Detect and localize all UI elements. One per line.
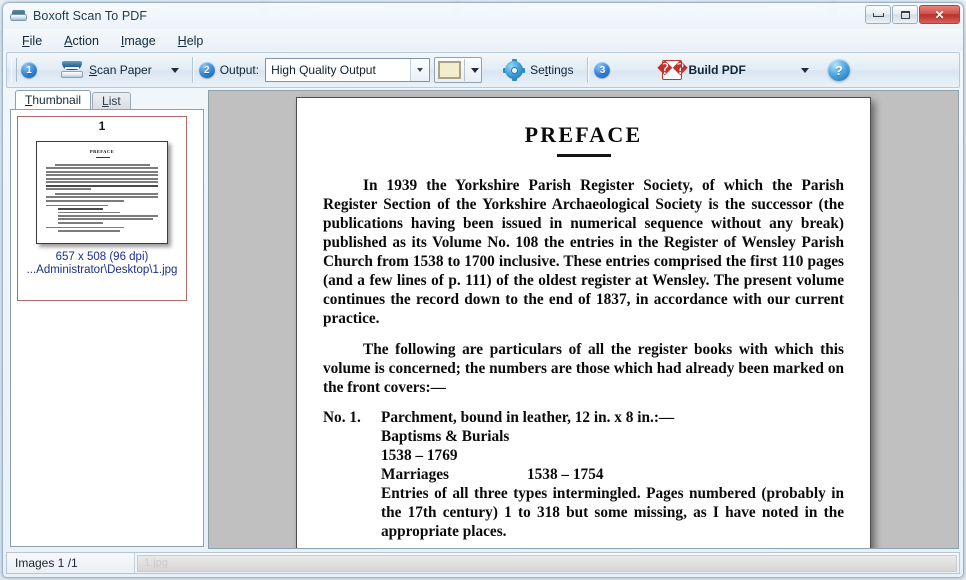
maximize-icon — [900, 10, 910, 19]
settings-button[interactable]: Settings — [496, 55, 581, 85]
build-pdf-label: Build PDF — [688, 63, 746, 77]
chevron-down-icon — [471, 67, 480, 73]
document-title: PREFACE — [524, 122, 643, 147]
chevron-down-icon — [170, 67, 179, 73]
item-subline: Marriages 1538 – 1754 — [381, 466, 844, 485]
page-color-dropdown-arrow[interactable] — [465, 67, 481, 73]
item-head: Parchment, bound in leather, 13 in. x 8 … — [381, 546, 761, 548]
step-1-badge: 1 — [21, 62, 37, 78]
page-color-swatch — [438, 61, 462, 79]
toolbar-separator — [191, 57, 193, 83]
item-head: Parchment, bound in leather, 12 in. x 8 … — [381, 409, 675, 427]
output-quality-value: High Quality Output — [271, 63, 376, 77]
page-color-button[interactable] — [434, 57, 483, 83]
document-paragraph: The following are particulars of all the… — [323, 340, 844, 396]
item-number: No. 2. — [323, 546, 381, 548]
menu-bar: File Action Image Help — [3, 29, 963, 51]
subline-a: Marriages — [381, 466, 449, 484]
scan-paper-label: Scan Paper — [89, 63, 152, 77]
thumbnail-dimensions: 657 x 508 (96 dpi) — [55, 251, 149, 263]
build-pdf-button[interactable]: �� Build PDF — [654, 55, 753, 85]
scanner-icon — [61, 61, 83, 79]
application-window: Boxoft Scan To PDF ✕ File Action Image H… — [2, 2, 964, 578]
chevron-down-icon — [800, 67, 809, 73]
close-button[interactable]: ✕ — [919, 5, 960, 24]
output-dropdown-arrow[interactable] — [410, 59, 430, 81]
subline-b: 1538 – 1754 — [527, 466, 604, 484]
progress-status: 1.jpg — [137, 554, 957, 572]
title-rule — [556, 154, 611, 157]
chevron-down-icon — [417, 68, 424, 72]
scanner-app-icon — [10, 9, 27, 24]
scan-paper-dropdown[interactable] — [160, 55, 186, 85]
tab-list[interactable]: List — [92, 92, 131, 109]
step-3-badge: 3 — [594, 62, 611, 78]
menu-action[interactable]: Action — [55, 32, 108, 50]
tab-thumbnail[interactable]: Thumbnail — [15, 90, 92, 109]
minimize-icon — [872, 12, 884, 17]
title-bar[interactable]: Boxoft Scan To PDF ✕ — [3, 3, 963, 29]
menu-image[interactable]: Image — [112, 32, 165, 50]
thumbnail-list[interactable]: 1 PREFACE 657 x 508 (96 dpi) ...Administ… — [10, 109, 204, 547]
item-text: Parchment, bound in leather, 13 in. x 8 … — [381, 546, 844, 548]
build-pdf-dropdown[interactable] — [788, 55, 818, 85]
gear-icon — [503, 59, 526, 81]
subline-a: Baptisms & Burials 1538 – 1769 — [381, 428, 510, 465]
output-label: Output: — [219, 63, 260, 77]
document-paragraph: In 1939 the Yorkshire Parish Register So… — [323, 177, 844, 327]
document-preview-pane[interactable]: PREFACE In 1939 the Yorkshire Parish Reg… — [208, 90, 959, 549]
window-controls: ✕ — [864, 5, 960, 24]
item-subline: Baptisms & Burials 1538 – 1769 — [381, 428, 844, 466]
minimize-button[interactable] — [865, 5, 891, 24]
item-body: Entries of all three types intermingled.… — [381, 485, 844, 541]
document-list-item: No. 1. Parchment, bound in leather, 12 i… — [323, 409, 844, 542]
panel-tabs: Thumbnail List — [6, 90, 206, 109]
toolbar: 1 Scan Paper 2 Output: High Quality Outp… — [6, 52, 960, 88]
thumbnail-image: PREFACE — [36, 141, 168, 244]
pdf-icon: �� — [657, 60, 688, 80]
close-icon: ✕ — [934, 7, 945, 22]
document-page: PREFACE In 1939 the Yorkshire Parish Reg… — [296, 97, 871, 548]
scan-paper-button[interactable]: Scan Paper — [53, 55, 160, 85]
item-number: No. 1. — [323, 409, 361, 427]
main-body: Thumbnail List 1 PREFACE 657 x 508 (96 d… — [6, 90, 960, 549]
menu-file[interactable]: File — [13, 32, 51, 50]
step-2-badge: 2 — [198, 62, 215, 78]
document-list-item: No. 2. Parchment, bound in leather, 13 i… — [323, 546, 844, 548]
window-title: Boxoft Scan To PDF — [33, 9, 148, 23]
maximize-button[interactable] — [892, 5, 918, 24]
thumbnail-item[interactable]: 1 PREFACE 657 x 508 (96 dpi) ...Administ… — [17, 116, 187, 301]
thumbnail-index: 1 — [98, 119, 106, 133]
image-count-status: Images 1 /1 — [7, 553, 135, 573]
thumbnail-path: ...Administrator\Desktop\1.jpg — [26, 264, 178, 276]
toolbar-separator — [587, 57, 589, 83]
left-panel: Thumbnail List 1 PREFACE 657 x 508 (96 d… — [6, 90, 206, 549]
status-bar: Images 1 /1 1.jpg — [6, 552, 960, 574]
toolbar-grip[interactable] — [11, 58, 17, 82]
settings-label: Settings — [530, 63, 574, 77]
thumbnail-doc-title: PREFACE — [89, 149, 115, 154]
help-button[interactable]: ? — [827, 59, 850, 81]
menu-help[interactable]: Help — [169, 32, 213, 50]
item-text: Parchment, bound in leather, 12 in. x 8 … — [381, 409, 844, 542]
output-quality-select[interactable]: High Quality Output — [265, 58, 431, 82]
